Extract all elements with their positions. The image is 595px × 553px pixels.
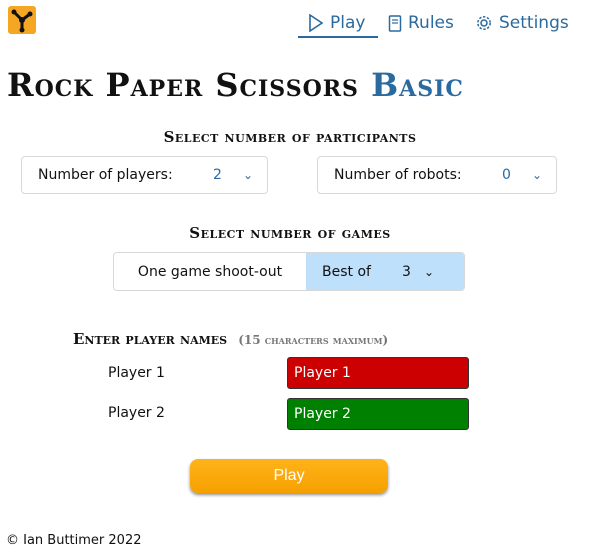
play-triangle-icon — [309, 14, 324, 32]
player-1-label: Player 1 — [108, 365, 165, 381]
scissors-logo-icon — [11, 9, 33, 33]
nav-rules-label: Rules — [408, 13, 454, 33]
copyright-footer: © Ian Buttimer 2022 — [6, 533, 142, 548]
title-accent: Basic — [371, 66, 464, 104]
app-logo[interactable] — [8, 6, 36, 34]
bestof-select-value: 3 — [402, 263, 411, 280]
bestof-select[interactable]: Best of 3 ⌄ — [306, 253, 464, 290]
nav-settings-label: Settings — [499, 13, 569, 33]
robots-select-value: 0 — [502, 167, 511, 183]
title-main: Rock Paper Scissors — [7, 66, 359, 104]
book-icon — [388, 14, 402, 32]
players-select-label: Number of players: — [38, 167, 173, 183]
games-selector: One game shoot-out Best of 3 ⌄ — [113, 252, 465, 291]
robots-select[interactable]: Number of robots: 0 ⌄ — [317, 156, 557, 194]
gear-icon — [477, 16, 491, 30]
player-2-name-input[interactable] — [287, 398, 469, 430]
chevron-down-icon: ⌄ — [424, 264, 435, 279]
bestof-select-label: Best of — [322, 263, 371, 280]
shootout-option[interactable]: One game shoot-out — [114, 253, 306, 290]
nav-rules[interactable]: Rules — [388, 8, 454, 38]
robots-select-label: Number of robots: — [334, 167, 462, 183]
player-names-heading: Enter player names (15 characters maximu… — [73, 329, 388, 348]
players-select[interactable]: Number of players: 2 ⌄ — [21, 156, 268, 194]
nav-active-indicator — [298, 36, 378, 38]
page-title: Rock Paper Scissors Basic — [7, 66, 464, 104]
shootout-option-label: One game shoot-out — [137, 263, 283, 280]
nav-play-label: Play — [330, 13, 366, 33]
participants-heading: Select number of participants — [163, 128, 417, 146]
players-select-value: 2 — [213, 167, 222, 183]
chevron-down-icon: ⌄ — [243, 168, 254, 182]
player-1-name-input[interactable] — [287, 357, 469, 389]
player-names-heading-text: Enter player names — [73, 330, 228, 348]
nav-settings[interactable]: Settings — [475, 8, 569, 38]
player-names-note: (15 characters maximum) — [238, 333, 389, 347]
chevron-down-icon: ⌄ — [532, 168, 543, 182]
nav-play[interactable]: Play — [298, 8, 378, 38]
play-button[interactable]: Play — [190, 459, 388, 493]
player-2-label: Player 2 — [108, 405, 165, 421]
games-heading: Select number of games — [189, 224, 391, 242]
